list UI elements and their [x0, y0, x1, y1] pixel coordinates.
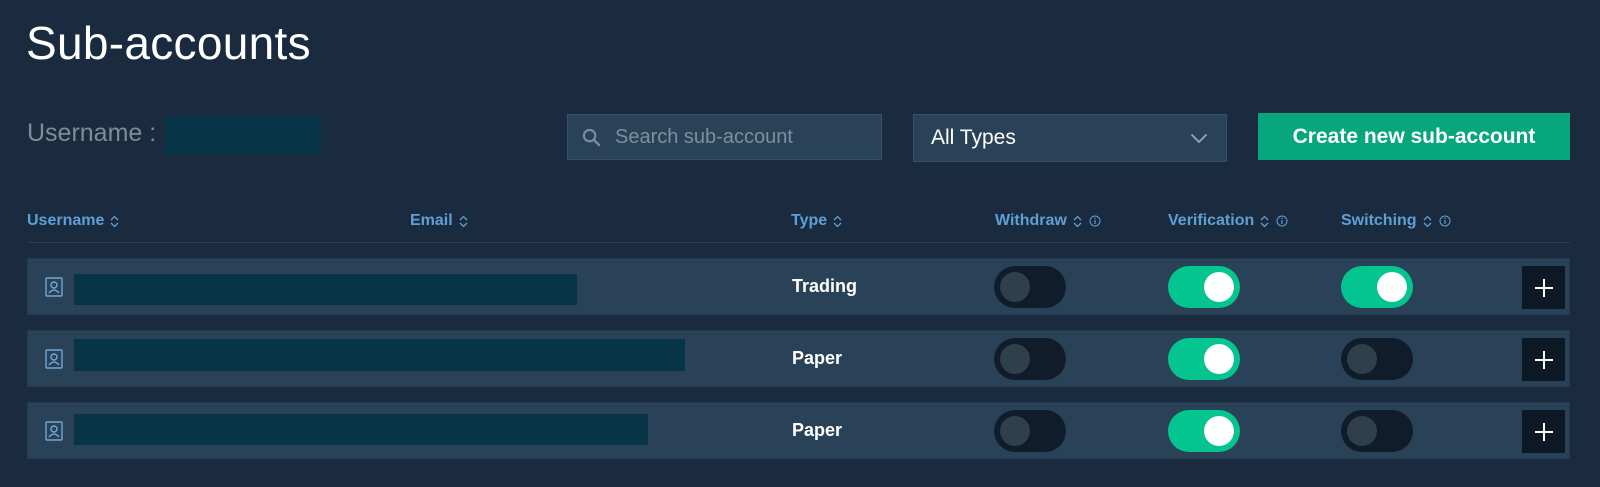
create-sub-account-button[interactable]: Create new sub-account [1258, 113, 1570, 160]
toggle-knob [1000, 344, 1030, 374]
account-info-redacted [74, 414, 648, 445]
type-cell: Paper [792, 420, 843, 440]
info-icon[interactable] [1276, 215, 1288, 227]
column-header-switching[interactable]: Switching [1341, 212, 1451, 230]
account-info-redacted [74, 274, 577, 305]
info-icon[interactable] [1089, 215, 1101, 227]
column-header-email[interactable]: Email [410, 212, 468, 230]
user-icon [45, 277, 63, 297]
username-label: Username : [27, 119, 157, 147]
verification-toggle[interactable] [1168, 266, 1240, 308]
account-info-redacted [74, 339, 685, 371]
verification-toggle[interactable] [1168, 338, 1240, 380]
type-select[interactable]: All Types [913, 114, 1227, 162]
toggle-knob [1377, 272, 1407, 302]
type-cell: Paper [792, 348, 843, 368]
column-header-username[interactable]: Username [27, 212, 119, 230]
column-header-label: Withdraw [995, 212, 1067, 229]
switching-toggle[interactable] [1341, 410, 1413, 452]
plus-icon [1534, 422, 1553, 441]
username-value-redacted [165, 116, 321, 154]
withdraw-toggle[interactable] [994, 266, 1066, 308]
add-button[interactable] [1522, 338, 1565, 381]
column-header-label: Verification [1168, 212, 1255, 229]
user-icon [45, 421, 63, 441]
info-icon[interactable] [1439, 215, 1451, 227]
toggle-knob [1204, 416, 1234, 446]
sort-icon [833, 215, 842, 227]
table-row: Trading [27, 258, 1570, 315]
column-header-label: Type [791, 212, 828, 229]
type-select-value: All Types [931, 126, 1016, 149]
switching-toggle[interactable] [1341, 338, 1413, 380]
search-icon [582, 128, 601, 146]
toggle-knob [1000, 416, 1030, 446]
plus-icon [1534, 278, 1553, 297]
table-row: Paper [27, 330, 1570, 387]
add-button[interactable] [1522, 410, 1565, 453]
page-title: Sub-accounts [26, 17, 311, 69]
chevron-down-icon [1190, 133, 1208, 143]
search-box[interactable] [567, 114, 882, 160]
toggle-knob [1204, 272, 1234, 302]
plus-icon [1534, 350, 1553, 369]
column-header-label: Email [410, 212, 453, 229]
withdraw-toggle[interactable] [994, 338, 1066, 380]
column-header-type[interactable]: Type [791, 212, 842, 230]
type-cell: Trading [792, 276, 858, 296]
sort-icon [1073, 215, 1082, 227]
toggle-knob [1347, 344, 1377, 374]
verification-toggle[interactable] [1168, 410, 1240, 452]
table-row: Paper [27, 402, 1570, 459]
table-header: Username Email Type Withdraw Verificatio… [27, 206, 1570, 243]
column-header-label: Switching [1341, 212, 1417, 229]
add-button[interactable] [1522, 266, 1565, 309]
toggle-knob [1000, 272, 1030, 302]
column-header-verification[interactable]: Verification [1168, 212, 1288, 230]
user-icon [45, 349, 63, 369]
sort-icon [459, 215, 468, 227]
switching-toggle[interactable] [1341, 266, 1413, 308]
toggle-knob [1347, 416, 1377, 446]
sort-icon [1423, 215, 1432, 227]
toggle-knob [1204, 344, 1234, 374]
sort-icon [1260, 215, 1269, 227]
column-header-label: Username [27, 212, 105, 229]
sort-icon [110, 215, 119, 227]
withdraw-toggle[interactable] [994, 410, 1066, 452]
column-header-withdraw[interactable]: Withdraw [995, 212, 1101, 230]
search-input[interactable] [615, 125, 865, 149]
